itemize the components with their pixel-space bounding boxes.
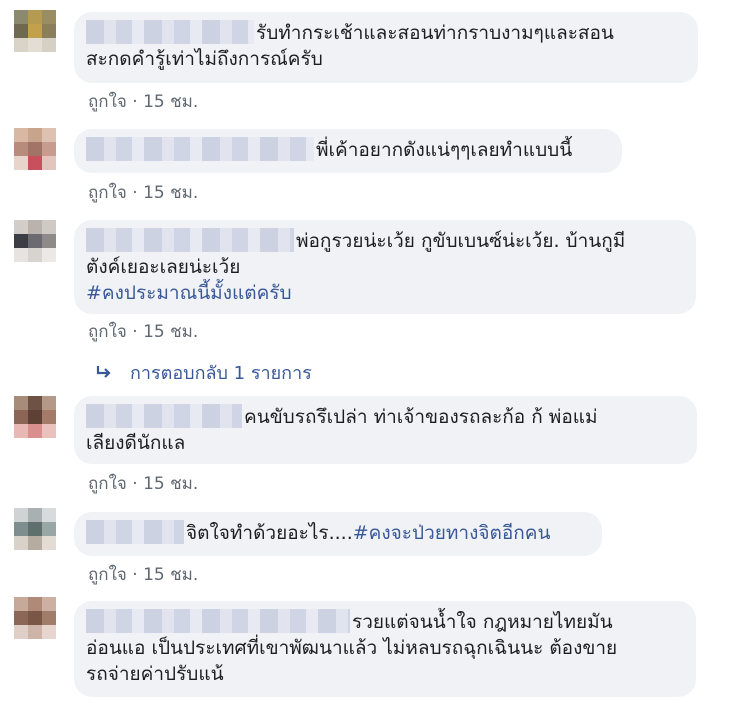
- comment-timestamp[interactable]: 15 ชม.: [143, 183, 198, 203]
- comment-bubble: พ่อกูรวยน่ะเว้ย กูขับเบนซ์น่ะเว้ย. บ้านก…: [74, 220, 696, 314]
- comment-text: จิตใจทำด้วยอะไร....#คงจะป่วยทางจิตอีกคน: [86, 520, 588, 546]
- like-link[interactable]: ถูกใจ: [88, 565, 127, 585]
- view-replies-link[interactable]: การตอบกลับ 1 รายการ: [96, 358, 312, 387]
- comment-meta: ถูกใจ · 15 ชม.: [88, 470, 198, 497]
- like-link[interactable]: ถูกใจ: [88, 474, 127, 494]
- comment-timestamp[interactable]: 15 ชม.: [143, 322, 198, 342]
- avatar[interactable]: [14, 597, 56, 639]
- replies-count-label[interactable]: การตอบกลับ 1 รายการ: [130, 363, 312, 384]
- comment-bubble: พี่เค้าอยากดังแน่ๆๆเลยทำแบบนี้: [74, 129, 622, 173]
- comment-meta: ถูกใจ · 15 ชม.: [88, 318, 198, 345]
- comment-text: รวยแต่จนน้ำใจ กฎหมายไทยมัน อ่อนแอ เป็นปร…: [86, 609, 618, 685]
- comment-bubble: รับทำกระเช้าและสอนท่ากราบงามๆและสอน สะกด…: [74, 12, 698, 83]
- comment-timestamp[interactable]: 15 ชม.: [143, 565, 198, 585]
- comment-meta: ถูกใจ · 15 ชม.: [88, 179, 198, 206]
- comment-meta: ถูกใจ · 15 ชม.: [88, 88, 198, 115]
- commenter-name[interactable]: [86, 20, 254, 44]
- comment-bubble: จิตใจทำด้วยอะไร....#คงจะป่วยทางจิตอีกคน: [74, 512, 602, 556]
- comment-text: คนขับรถรึเปล่า ท่าเจ้าของรถละก้อ ก้ พ่อแ…: [86, 404, 598, 454]
- meta-separator: ·: [132, 322, 138, 342]
- comment-timestamp[interactable]: 15 ชม.: [143, 474, 198, 494]
- meta-separator: ·: [132, 474, 138, 494]
- hashtag-link[interactable]: #คงประมาณนี้มั้งแต่ครับ: [86, 282, 292, 304]
- commenter-name[interactable]: [86, 228, 294, 252]
- commenter-name[interactable]: [86, 609, 350, 633]
- comment-timestamp[interactable]: 15 ชม.: [143, 92, 198, 112]
- avatar[interactable]: [14, 396, 56, 438]
- like-link[interactable]: ถูกใจ: [88, 92, 127, 112]
- comment-text: รับทำกระเช้าและสอนท่ากราบงามๆและสอน สะกด…: [86, 20, 614, 70]
- meta-separator: ·: [132, 92, 138, 112]
- comment-meta: ถูกใจ · 15 ชม.: [88, 561, 198, 588]
- comment-bubble: รวยแต่จนน้ำใจ กฎหมายไทยมัน อ่อนแอ เป็นปร…: [74, 601, 696, 697]
- avatar[interactable]: [14, 10, 56, 52]
- commenter-name[interactable]: [86, 137, 314, 161]
- avatar[interactable]: [14, 220, 56, 262]
- commenter-name[interactable]: [86, 404, 242, 428]
- like-link[interactable]: ถูกใจ: [88, 183, 127, 203]
- comment-text: พี่เค้าอยากดังแน่ๆๆเลยทำแบบนี้: [86, 137, 608, 163]
- avatar[interactable]: [14, 128, 56, 170]
- reply-arrow-icon: [96, 363, 112, 384]
- meta-separator: ·: [132, 565, 138, 585]
- comment-text: พ่อกูรวยน่ะเว้ย กูขับเบนซ์น่ะเว้ย. บ้านก…: [86, 228, 626, 304]
- meta-separator: ·: [132, 183, 138, 203]
- hashtag-link[interactable]: #คงจะป่วยทางจิตอีกคน: [353, 522, 551, 544]
- comment-bubble: คนขับรถรึเปล่า ท่าเจ้าของรถละก้อ ก้ พ่อแ…: [74, 396, 697, 464]
- avatar[interactable]: [14, 508, 56, 550]
- like-link[interactable]: ถูกใจ: [88, 322, 127, 342]
- commenter-name[interactable]: [86, 520, 184, 544]
